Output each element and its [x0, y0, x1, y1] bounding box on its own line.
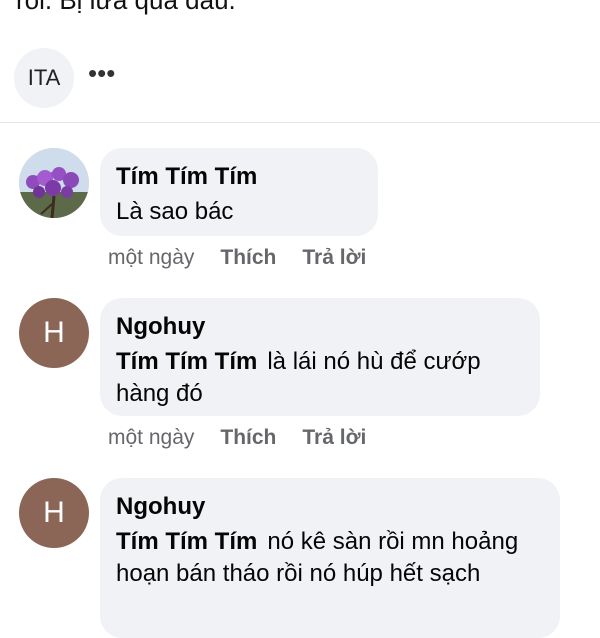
- comment-bubble: Ngohuy Tím Tím Tím là lái nó hù để cướp h…: [100, 298, 540, 416]
- avatar-letter: H: [43, 496, 65, 529]
- comment-time[interactable]: một ngày: [108, 246, 194, 270]
- avatar-letter: H: [43, 316, 65, 349]
- reply-button[interactable]: Trả lời: [302, 246, 366, 270]
- comment-author[interactable]: Ngohuy: [116, 312, 524, 342]
- reply-button[interactable]: Trả lời: [302, 426, 366, 450]
- avatar[interactable]: H: [19, 298, 89, 368]
- reaction-pill[interactable]: ITA: [14, 48, 74, 108]
- comment-text: Tím Tím Tím nó kê sàn rồi mn hoảng hoạn b…: [116, 526, 544, 590]
- comment-time[interactable]: một ngày: [108, 426, 194, 450]
- comment-text: Tím Tím Tím là lái nó hù để cướp hàng đó: [116, 346, 524, 410]
- divider: [0, 122, 600, 123]
- comment-meta: một ngày Thích Trả lời: [108, 426, 392, 450]
- post-text: rồi. Bị lừa quá đau.: [16, 0, 236, 15]
- avatar[interactable]: H: [19, 478, 89, 548]
- comment-author[interactable]: Ngohuy: [116, 492, 544, 522]
- mention-link[interactable]: Tím Tím Tím: [116, 528, 257, 555]
- reaction-row: ITA •••: [14, 48, 115, 108]
- flower-photo-icon: [19, 148, 89, 218]
- like-button[interactable]: Thích: [220, 426, 276, 450]
- comment-text: Là sao bác: [116, 198, 234, 225]
- mention-link[interactable]: Tím Tím Tím: [116, 348, 257, 375]
- comment-bubble: Ngohuy Tím Tím Tím nó kê sàn rồi mn hoảng…: [100, 478, 560, 638]
- more-options-icon[interactable]: •••: [88, 60, 115, 96]
- comment-meta: một ngày Thích Trả lời: [108, 246, 392, 270]
- comment-bubble: Tím Tím Tím Là sao bác: [100, 148, 378, 236]
- avatar[interactable]: [19, 148, 89, 218]
- like-button[interactable]: Thích: [220, 246, 276, 270]
- comment-author[interactable]: Tím Tím Tím: [116, 162, 362, 192]
